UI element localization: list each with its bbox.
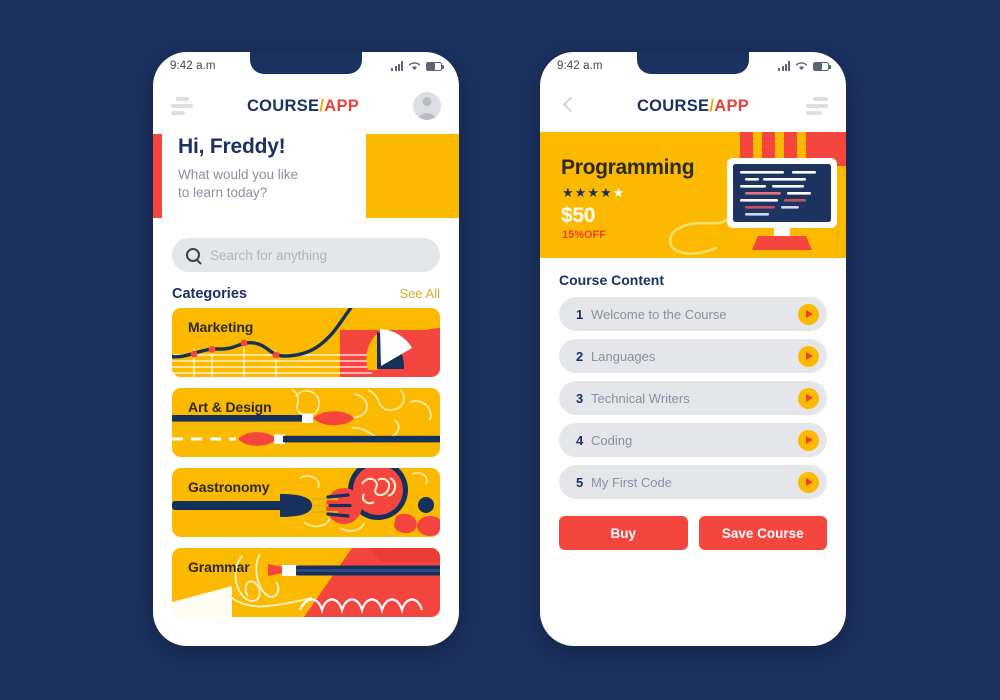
category-card-marketing[interactable]: Marketing [172,308,440,377]
play-icon[interactable] [798,345,819,367]
star-filled: ★ [587,185,599,200]
lesson-list: 1 Welcome to the Course 2 Languages 3 Te… [540,297,846,499]
category-label: Marketing [188,319,254,335]
play-icon[interactable] [798,303,819,325]
logo-part-course: COURSE [246,96,320,115]
category-label: Grammar [188,559,250,575]
course-content-heading: Course Content [559,272,664,288]
category-card-grammar[interactable]: Grammar [172,548,440,617]
course-price: $50 [561,204,596,227]
wifi-icon [408,62,421,71]
category-card-gastronomy[interactable]: Gastronomy [172,468,440,537]
signal-icon [778,61,790,71]
subgreeting-text: What would you like to learn today? [178,167,299,201]
lesson-title: Languages [591,348,656,364]
category-label: Art & Design [188,399,272,415]
lesson-title: Welcome to the Course [591,306,727,322]
star-filled: ★ [599,185,612,200]
category-card-art-design[interactable]: Art & Design [172,388,440,457]
categories-list: Marketing Art & Design Gastronomy Gramma… [153,308,459,617]
hero-red-accent-bar [153,134,162,218]
course-discount-badge: 15%OFF [562,229,607,241]
logo-part-app: APP [324,96,360,115]
lesson-row[interactable]: 5 My First Code [559,465,827,499]
status-time: 9:42 a.m [557,60,603,72]
play-icon[interactable] [798,471,819,493]
course-hero-banner: Programming ★ ★ ★ ★ ★ $50 15%OFF [540,132,846,258]
battery-icon [813,61,832,71]
home-hero: Hi, Freddy! What would you like to learn… [153,134,459,224]
categories-heading: Categories [172,286,247,302]
back-arrow-icon[interactable] [558,95,580,117]
star-filled: ★ [574,185,587,200]
app-logo: COURSE/APP [247,97,359,116]
categories-header: Categories See All [153,272,459,308]
lesson-row[interactable]: 2 Languages [559,339,827,373]
phone-notch [250,52,362,74]
battery-icon [426,61,445,71]
lesson-number: 5 [576,474,584,490]
hamburger-menu-icon[interactable] [171,97,193,115]
lesson-title: My First Code [591,474,672,490]
search-icon [186,248,200,262]
play-icon[interactable] [798,429,819,451]
see-all-link[interactable]: See All [400,286,440,301]
lesson-row[interactable]: 4 Coding [559,423,827,457]
signal-icon [391,61,403,71]
user-avatar-icon[interactable] [413,92,441,120]
search-placeholder: Search for anything [210,247,328,263]
app-bar: COURSE/APP [153,80,459,132]
category-label: Gastronomy [188,479,270,495]
lesson-title: Coding [591,432,633,448]
course-rating: ★ ★ ★ ★ ★ [562,186,624,199]
greeting-text: Hi, Freddy! [178,135,286,158]
lesson-row[interactable]: 3 Technical Writers [559,381,827,415]
wifi-icon [795,62,808,71]
app-bar: COURSE/APP [540,80,846,132]
hero-yellow-block [366,134,459,218]
phone-home-screen: 9:42 a.m COURSE/APP Hi, Freddy! What wou… [153,52,459,646]
course-title: Programming [561,156,695,179]
status-icons [391,61,445,71]
search-input[interactable]: Search for anything [172,238,440,272]
logo-part-app: APP [714,96,750,115]
status-time: 9:42 a.m [170,60,216,72]
logo-part-course: COURSE [636,96,710,115]
phone-notch [637,52,749,74]
star-empty: ★ [612,185,625,200]
star-filled: ★ [562,185,574,200]
lesson-title: Technical Writers [591,390,690,406]
save-course-button[interactable]: Save Course [698,516,827,550]
phone-detail-screen: 9:42 a.m COURSE/APP Programming ★ ★ ★ ★ … [540,52,846,646]
hero-text-group: Hi, Freddy! What would you like to learn… [178,134,298,203]
app-logo: COURSE/APP [637,97,749,116]
lesson-number: 2 [576,348,584,364]
action-buttons: Buy Save Course [540,499,846,550]
buy-button[interactable]: Buy [559,516,688,550]
status-icons [778,61,832,71]
lesson-number: 1 [576,306,584,322]
search-area: Search for anything [153,224,459,272]
hamburger-menu-icon[interactable] [806,97,828,115]
lesson-number: 4 [576,432,584,448]
lesson-row[interactable]: 1 Welcome to the Course [559,297,827,331]
play-icon[interactable] [798,387,819,409]
lesson-number: 3 [576,390,584,406]
